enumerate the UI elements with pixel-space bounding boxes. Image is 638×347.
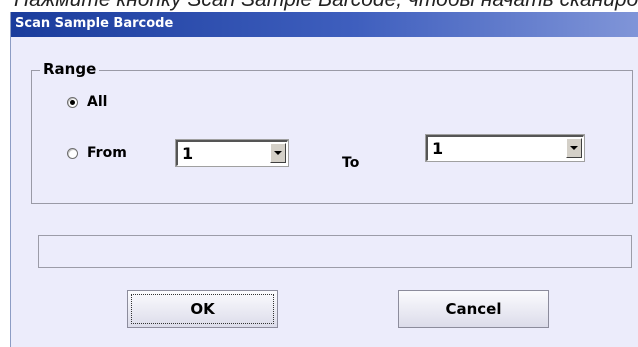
from-radio[interactable]: From xyxy=(67,145,127,161)
from-radio-label: From xyxy=(87,145,127,161)
cancel-button[interactable]: Cancel xyxy=(398,290,549,328)
ok-button[interactable]: OK xyxy=(127,290,278,328)
radio-unchecked-icon xyxy=(67,147,78,159)
title-bar[interactable]: Scan Sample Barcode xyxy=(11,12,638,37)
to-label: To xyxy=(342,155,360,171)
cancel-button-label: Cancel xyxy=(445,300,502,318)
dialog-title: Scan Sample Barcode xyxy=(15,16,174,31)
all-radio-label: All xyxy=(87,94,108,110)
scan-sample-barcode-dialog: Scan Sample Barcode Range All From 1 To … xyxy=(10,12,638,347)
from-combobox[interactable]: 1 xyxy=(175,139,289,167)
all-radio[interactable]: All xyxy=(67,94,107,110)
from-dropdown-button[interactable] xyxy=(270,143,286,163)
progress-bar xyxy=(38,235,632,268)
range-label: Range xyxy=(40,60,100,78)
chevron-down-icon xyxy=(570,146,578,150)
to-dropdown-button[interactable] xyxy=(566,138,582,158)
chevron-down-icon xyxy=(274,151,282,155)
background-caption: Нажмите кнопку Scan Sample Barcode, чтоб… xyxy=(14,0,638,12)
ok-button-label: OK xyxy=(190,300,215,318)
radio-checked-icon xyxy=(67,96,78,108)
from-value: 1 xyxy=(182,144,194,163)
to-combobox[interactable]: 1 xyxy=(425,134,585,162)
to-value: 1 xyxy=(432,139,444,158)
